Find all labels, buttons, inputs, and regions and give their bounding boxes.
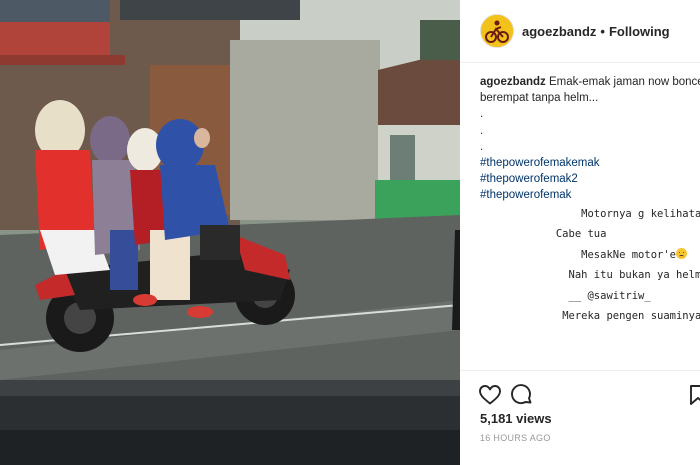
video-frame bbox=[0, 0, 460, 465]
bookmark-icon[interactable] bbox=[686, 383, 700, 407]
avatar[interactable] bbox=[480, 14, 514, 48]
comment-line: Motornya g kelihatan bbox=[480, 204, 700, 225]
post-header: agoezbandz • Following bbox=[460, 0, 700, 63]
caption-dot-2: . bbox=[480, 124, 484, 137]
following-button[interactable]: Following bbox=[609, 24, 670, 39]
comment-text: Nah itu bukan ya helm bbox=[568, 269, 700, 282]
comment-indent bbox=[480, 228, 556, 240]
video-player[interactable] bbox=[0, 0, 460, 465]
caption-text-1: Emak-emak jaman now bonce bbox=[549, 76, 700, 88]
comment-line: MesakNe motor'e bbox=[480, 245, 700, 266]
caption-dot-3: . bbox=[480, 140, 484, 153]
hashtag-link[interactable]: #thepowerofemakemak bbox=[480, 155, 700, 171]
avatar-logo-icon bbox=[481, 15, 513, 47]
caption-line-1: agoezbandz Emak-emak jaman now bonce bbox=[480, 74, 700, 90]
comment-indent bbox=[480, 269, 569, 281]
comment-text: __ @sawitriw_ bbox=[568, 289, 651, 302]
post-timestamp[interactable]: 16 HOURS AGO bbox=[480, 433, 551, 443]
comment-icon[interactable] bbox=[510, 383, 534, 407]
post-actions: 5,181 views 16 HOURS AGO bbox=[460, 370, 700, 465]
comment-indent bbox=[480, 249, 581, 261]
comment-line: __ @sawitriw_ bbox=[480, 286, 700, 307]
comment-text: Motornya g kelihatan bbox=[581, 207, 700, 220]
comment-indent bbox=[480, 290, 569, 302]
hashtag-link[interactable]: #thepowerofemak bbox=[480, 187, 700, 203]
comment-text: Mereka pengen suaminya jadi dud bbox=[562, 310, 700, 323]
hashtag-link[interactable]: #thepowerofemak2 bbox=[480, 171, 700, 187]
comment-text: MesakNe motor'e bbox=[581, 248, 676, 261]
caption-line-2: berempat tanpa helm... bbox=[480, 92, 599, 105]
comment-line: Cabe tua bbox=[480, 224, 700, 245]
comment-text: Cabe tua bbox=[555, 228, 607, 241]
sad-face-emoji-icon bbox=[675, 247, 687, 259]
heart-icon[interactable] bbox=[478, 383, 502, 407]
post-panel: agoezbandz • Following agoezbandz Emak-ema… bbox=[460, 0, 700, 465]
comments-list: agoezbandz Emak-emak jaman now bonce ber… bbox=[480, 74, 700, 327]
caption-dot-1: . bbox=[480, 108, 484, 121]
header-username[interactable]: agoezbandz bbox=[522, 24, 596, 39]
header-separator: • bbox=[600, 24, 605, 39]
header-line: agoezbandz • Following bbox=[522, 24, 670, 39]
comment-indent bbox=[480, 208, 581, 220]
caption-username[interactable]: agoezbandz bbox=[480, 76, 546, 88]
comment-line: Nah itu bukan ya helm bbox=[480, 265, 700, 286]
view-count[interactable]: 5,181 views bbox=[480, 411, 552, 426]
comment-indent bbox=[480, 310, 562, 322]
comment-line: Mereka pengen suaminya jadi dud bbox=[480, 306, 700, 327]
